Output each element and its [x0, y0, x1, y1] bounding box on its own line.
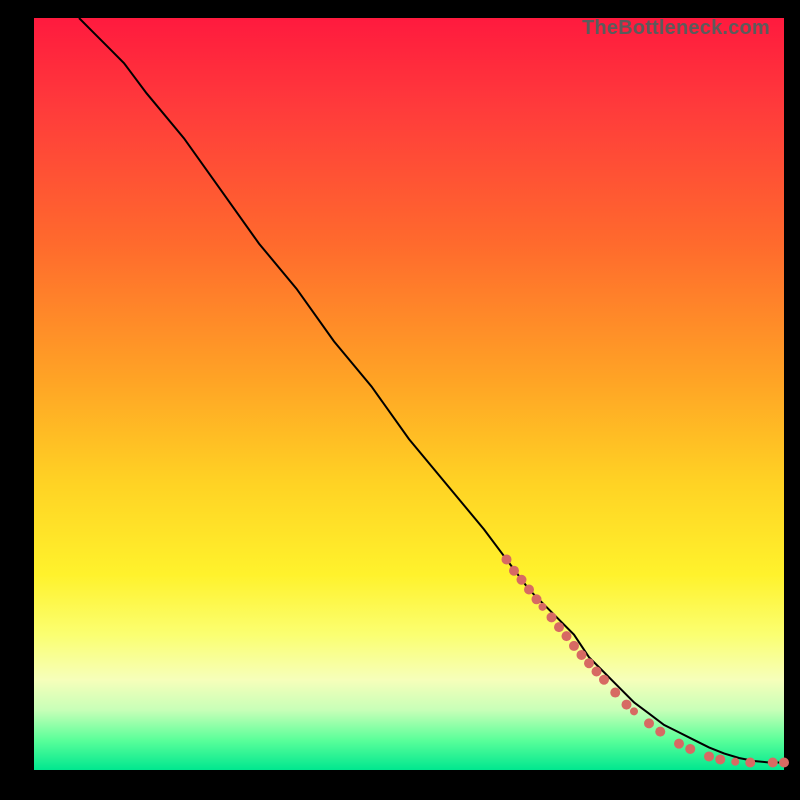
marker-dot: [599, 675, 609, 685]
marker-dot: [509, 566, 519, 576]
marker-dot: [630, 707, 638, 715]
marker-dot: [539, 603, 547, 611]
marker-dot: [704, 751, 714, 761]
marker-dot: [547, 612, 557, 622]
highlight-dots: [502, 554, 790, 767]
marker-dot: [655, 727, 665, 737]
marker-dot: [674, 739, 684, 749]
marker-dot: [554, 622, 564, 632]
marker-dot: [745, 757, 755, 767]
series-bottleneck-curve: [79, 18, 784, 762]
marker-dot: [779, 757, 789, 767]
chart-frame: TheBottleneck.com: [0, 0, 800, 800]
marker-dot: [610, 688, 620, 698]
marker-dot: [517, 575, 527, 585]
plot-area: TheBottleneck.com: [34, 18, 784, 770]
marker-dot: [592, 666, 602, 676]
marker-dot: [685, 744, 695, 754]
marker-dot: [532, 594, 542, 604]
marker-dot: [524, 585, 534, 595]
marker-dot: [622, 700, 632, 710]
marker-dot: [644, 718, 654, 728]
marker-dot: [768, 757, 778, 767]
chart-svg: [34, 18, 784, 770]
marker-dot: [569, 641, 579, 651]
marker-dot: [562, 631, 572, 641]
marker-dot: [577, 650, 587, 660]
marker-dot: [715, 754, 725, 764]
marker-dot: [731, 758, 739, 766]
marker-dot: [502, 554, 512, 564]
marker-dot: [584, 658, 594, 668]
